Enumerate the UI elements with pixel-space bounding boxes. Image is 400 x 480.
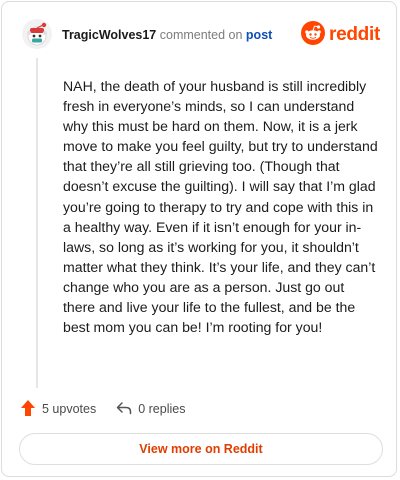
comment-meta: TragicWolves17 commented on post — [62, 27, 272, 43]
comment-embed-card: TragicWolves17 commented on post reddit … — [1, 1, 397, 477]
comment-body: NAH, the death of your husband is still … — [63, 78, 378, 336]
reply-count: 0 replies — [138, 402, 186, 416]
reddit-logo-icon — [301, 20, 326, 50]
comment-header: TragicWolves17 commented on post reddit — [22, 18, 380, 54]
upvote-arrow-icon — [20, 399, 36, 420]
username[interactable]: TragicWolves17 — [62, 28, 156, 42]
reply-arrow-icon — [116, 401, 132, 418]
replies-button[interactable]: 0 replies — [116, 401, 185, 418]
thread-line — [36, 58, 38, 388]
commented-on-text: commented on — [159, 28, 243, 42]
snoo-avatar-icon[interactable] — [22, 19, 52, 49]
view-more-button[interactable]: View more on Reddit — [19, 433, 383, 465]
upvote-count: 5 upvotes — [42, 402, 97, 416]
post-link[interactable]: post — [246, 28, 272, 42]
comment-actions: 5 upvotes 0 replies — [20, 399, 185, 419]
reddit-wordmark: reddit — [329, 24, 380, 45]
reddit-brand[interactable]: reddit — [301, 20, 380, 50]
upvote-button[interactable]: 5 upvotes — [20, 399, 96, 420]
